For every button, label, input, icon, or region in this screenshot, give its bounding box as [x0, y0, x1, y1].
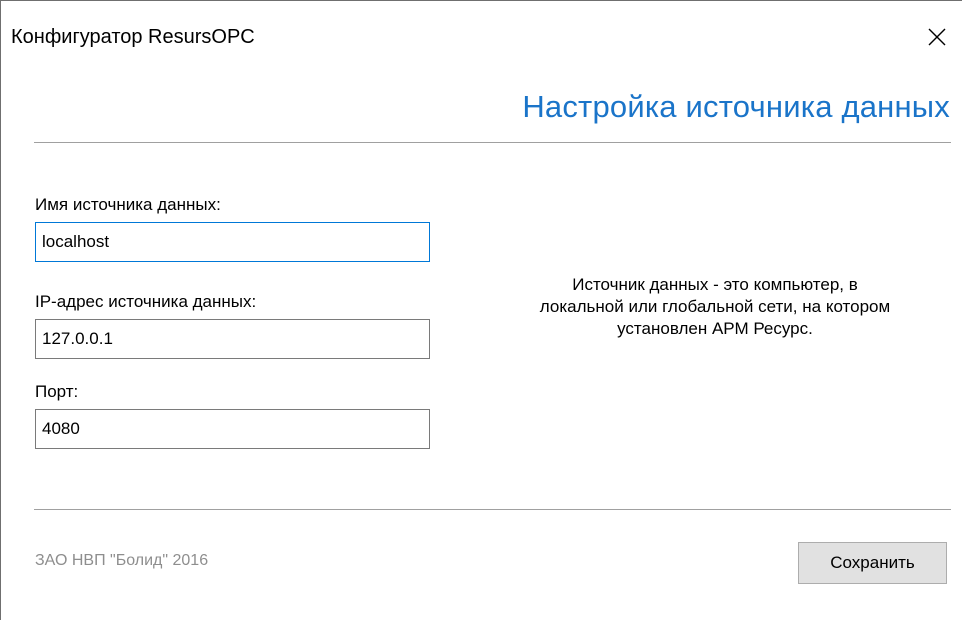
footer-divider — [34, 509, 951, 510]
info-line: локальной или глобальной сети, на которо… — [539, 297, 891, 316]
port-input[interactable] — [35, 409, 430, 449]
source-name-input[interactable] — [35, 222, 430, 262]
window-title: Конфигуратор ResursOPC — [11, 26, 255, 48]
save-button[interactable]: Сохранить — [798, 542, 947, 584]
close-button[interactable] — [913, 15, 962, 59]
dialog-window: Конфигуратор ResursOPC Настройка источни… — [0, 0, 962, 620]
header-divider — [34, 142, 951, 143]
port-label: Порт: — [35, 382, 79, 401]
info-text: Источник данных - это компьютер, в локал… — [471, 274, 959, 340]
info-line: Источник данных - это компьютер, в — [572, 275, 858, 294]
close-icon — [928, 28, 946, 46]
info-line: установлен АРМ Ресурс. — [617, 319, 813, 338]
ip-address-label: IP-адрес источника данных: — [35, 292, 257, 311]
copyright-text: ЗАО НВП "Болид" 2016 — [35, 552, 209, 569]
page-title: Настройка источника данных — [522, 89, 950, 124]
title-bar: Конфигуратор ResursOPC — [1, 1, 962, 71]
ip-address-input[interactable] — [35, 319, 430, 359]
source-name-label: Имя источника данных: — [35, 195, 221, 214]
